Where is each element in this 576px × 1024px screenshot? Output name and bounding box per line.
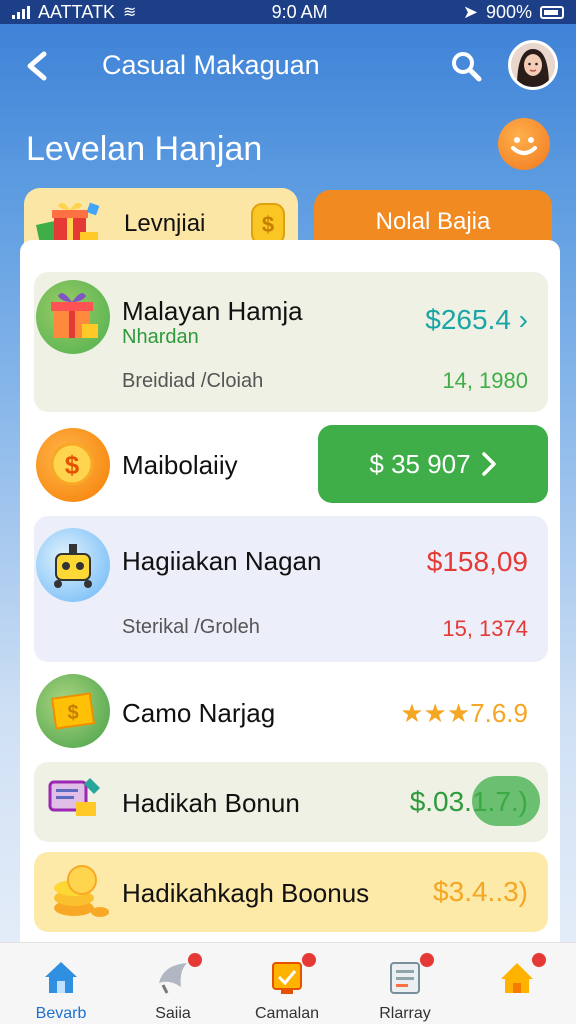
- smiley-icon: [511, 137, 537, 155]
- wifi-icon: ≋: [123, 4, 137, 21]
- nav-item-saiia[interactable]: Saiia: [118, 949, 228, 1023]
- status-bar: AATTATK ≋ 9:0 AM ➤ 900%: [0, 0, 576, 24]
- search-button[interactable]: [448, 48, 484, 84]
- avatar[interactable]: [508, 40, 558, 90]
- robot-icon: [54, 544, 92, 588]
- horn-icon: [159, 963, 187, 994]
- item-amount-value: $265.4: [425, 304, 511, 335]
- notification-badge: [188, 953, 202, 967]
- coin-stack-icon: [54, 865, 109, 917]
- clipboard-icon: [390, 962, 420, 994]
- coin-bag-icon: $: [50, 442, 94, 486]
- section-title: Levelan Hanjan: [26, 130, 263, 168]
- notification-badge: [532, 953, 546, 967]
- page-title: Casual Makaguan: [102, 50, 320, 80]
- document-icon: [48, 778, 100, 816]
- nav-item-rlarray[interactable]: Rlarray: [350, 949, 460, 1023]
- svg-text:$: $: [67, 702, 78, 724]
- nav-item-bevarb[interactable]: Bevarb: [6, 949, 116, 1023]
- back-button[interactable]: [20, 48, 56, 84]
- amount-highlight: [472, 776, 540, 826]
- status-right: ➤ 900%: [463, 2, 564, 23]
- nav-label: Camalan: [254, 1005, 320, 1022]
- item-amount: $265.4 ›: [425, 304, 528, 336]
- item-name: Malayan Hamja: [122, 296, 303, 326]
- item-icon: [36, 528, 110, 602]
- gift-box-icon: [51, 293, 98, 338]
- list-item[interactable]: Hagiiakan Nagan Sterikal /Groleh $158,09…: [34, 516, 548, 662]
- item-name: Camo Narjag: [122, 698, 276, 728]
- nav-label: Rlarray: [379, 1005, 431, 1022]
- item-name: Hagiiakan Nagan: [122, 546, 322, 576]
- claim-button-amount: $ 35 907: [369, 448, 471, 479]
- item-amount: $3.4..3): [433, 876, 528, 907]
- item-name: Hadikah Bonun: [122, 788, 300, 818]
- item-subtitle: Nhardan: [122, 326, 199, 348]
- tab-levnjiai-label: Levnjiai: [124, 210, 206, 237]
- item-rating: ★★★7.6.9: [400, 698, 528, 728]
- item-name: Maibolaiiy: [122, 450, 238, 480]
- battery-icon: [540, 5, 564, 19]
- item-icon: $: [36, 428, 110, 502]
- nav-label: Saiia: [155, 1005, 191, 1022]
- list-item[interactable]: $ Camo Narjag ★★★7.6.9: [34, 668, 548, 758]
- list-item[interactable]: Malayan Hamja Nhardan Breidiad /Cloiah $…: [34, 272, 548, 412]
- chevron-left-icon: [27, 51, 47, 81]
- app-header: Casual Makaguan: [0, 30, 576, 102]
- svg-text:$: $: [262, 212, 274, 237]
- smiley-button[interactable]: [498, 118, 550, 170]
- signal-icon: [12, 5, 30, 19]
- nav-item-camalan[interactable]: Camalan: [232, 949, 342, 1023]
- avatar-icon: [511, 43, 555, 87]
- item-meta: Breidiad /Cloiah: [122, 370, 264, 392]
- notification-badge: [302, 953, 316, 967]
- chevron-right-icon: [481, 452, 496, 476]
- list-item[interactable]: Hadikah Bonun $.03.1.7.): [34, 762, 548, 842]
- item-count: 14, 1980: [442, 368, 528, 393]
- status-time: 9:0 AM: [271, 1, 328, 22]
- item-icon: $: [36, 674, 110, 748]
- carrier-label: AATTATK: [38, 1, 116, 22]
- item-count: 15, 1374: [442, 616, 528, 641]
- search-icon: [452, 52, 482, 82]
- trophy-icon: [272, 962, 302, 994]
- item-icon: [36, 280, 110, 354]
- notification-badge: [420, 953, 434, 967]
- item-amount: $158,09: [426, 546, 528, 577]
- house-icon: [501, 963, 533, 993]
- nav-label: Bevarb: [35, 1005, 87, 1022]
- treasure-icon: $: [50, 692, 96, 730]
- location-icon: ➤: [462, 1, 478, 22]
- item-meta: Sterikal /Groleh: [122, 616, 260, 638]
- battery-percent: 900%: [485, 1, 532, 22]
- item-name: Hadikahkagh Boonus: [122, 878, 370, 908]
- chevron-right-icon: ›: [518, 304, 528, 335]
- list-item[interactable]: Hadikahkagh Boonus $3.4..3): [34, 852, 548, 932]
- svg-text:$: $: [65, 450, 80, 480]
- nav-item-house[interactable]: [462, 949, 572, 1023]
- claim-button[interactable]: $ 35 907: [318, 425, 548, 503]
- bottom-nav: Bevarb Saiia Camalan Rlarray: [0, 942, 576, 1024]
- home-icon: [45, 962, 77, 993]
- status-left: AATTATK ≋: [12, 2, 136, 23]
